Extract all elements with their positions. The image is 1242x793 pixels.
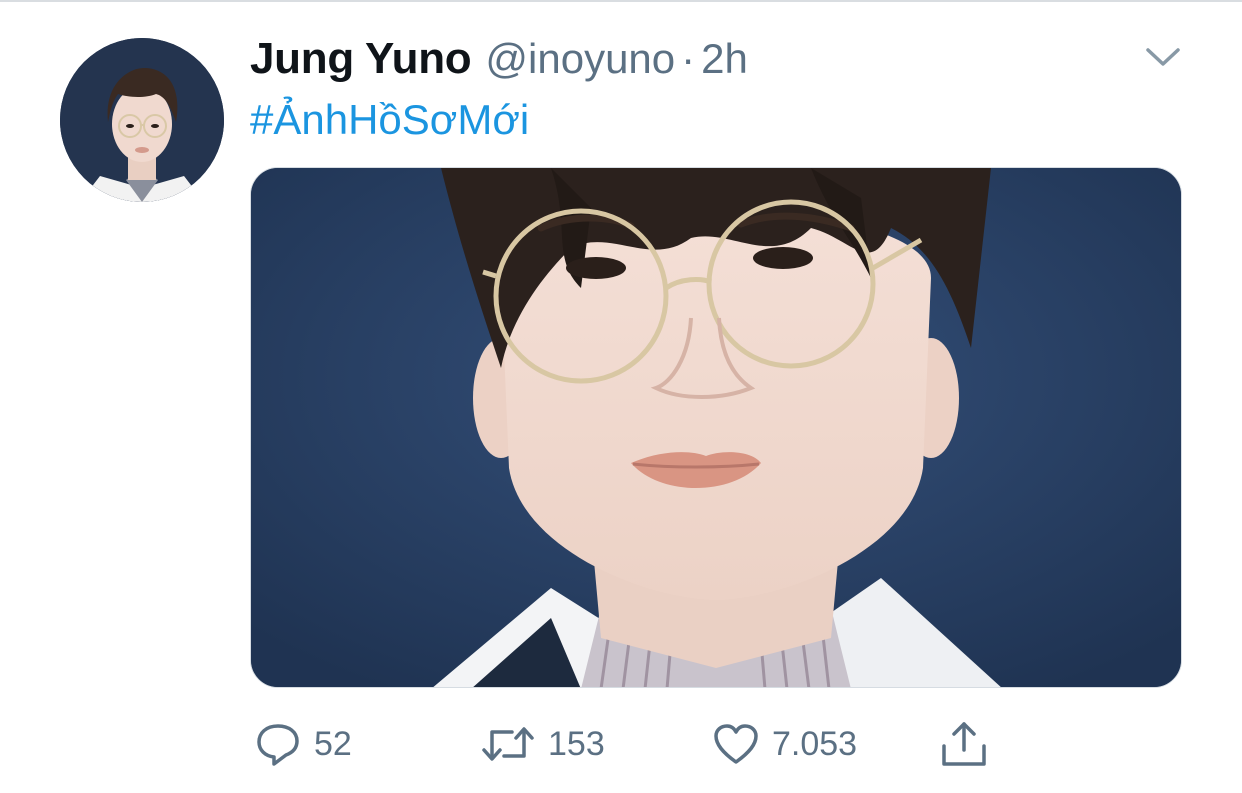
retweet-count: 153 [548, 724, 605, 763]
avatar[interactable] [60, 38, 224, 202]
top-divider [0, 0, 1242, 2]
retweet-icon [482, 727, 534, 761]
like-count: 7.053 [772, 724, 858, 763]
portrait-photo [251, 168, 1181, 687]
timestamp[interactable]: 2h [701, 35, 748, 83]
user-handle[interactable]: @inoyuno [485, 35, 675, 83]
tweet-photo[interactable] [250, 167, 1182, 688]
tweet-actions: 52 153 7.053 [0, 712, 1242, 776]
reply-button[interactable]: 52 [254, 712, 352, 776]
header-separator: · [681, 35, 696, 82]
share-button[interactable] [938, 712, 990, 776]
heart-icon [714, 724, 758, 764]
retweet-button[interactable]: 153 [480, 712, 605, 776]
reply-icon [257, 724, 299, 766]
avatar-image [60, 38, 224, 202]
like-button[interactable]: 7.053 [712, 712, 857, 776]
tweet-hashtag[interactable]: #ẢnhHồSơMới [250, 96, 529, 144]
tweet-menu-button[interactable] [1144, 44, 1182, 70]
share-icon [942, 722, 986, 766]
display-name[interactable]: Jung Yuno [250, 34, 472, 84]
tweet-header: Jung Yuno @inoyuno · 2h [250, 34, 748, 90]
chevron-down-icon [1146, 48, 1180, 66]
reply-count: 52 [314, 724, 352, 763]
